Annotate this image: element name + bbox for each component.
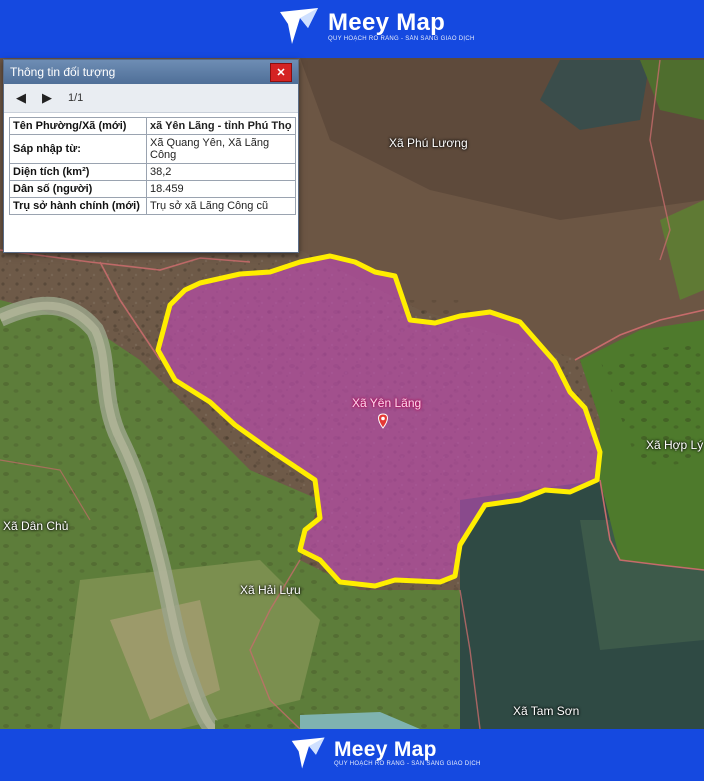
row-key: Sáp nhập từ:: [9, 134, 147, 164]
brand-name: Meey Map: [328, 8, 446, 36]
table-row: Trụ sở hành chính (mới) Trụ sở xã Lãng C…: [9, 197, 296, 215]
pager: ◀ ▶ 1/1: [4, 84, 298, 113]
row-key: Dân số (người): [9, 180, 147, 198]
map-label-phu-luong[interactable]: Xã Phú Lương: [389, 136, 468, 150]
close-button[interactable]: ✕: [270, 63, 292, 82]
panel-header: Thông tin đối tượng ✕: [4, 60, 298, 84]
map-label-hop-ly[interactable]: Xã Hợp Lý: [646, 438, 703, 452]
row-value: xã Yên Lãng - tỉnh Phú Thọ: [146, 117, 296, 135]
row-key: Diện tích (km²): [9, 163, 147, 181]
row-value: 18.459: [146, 180, 296, 198]
map-label-hai-luu[interactable]: Xã Hải Lựu: [240, 583, 301, 597]
page-counter: 1/1: [68, 92, 84, 104]
table-row: Dân số (người) 18.459: [9, 180, 296, 198]
brand-tagline: QUY HOẠCH RÕ RÀNG - SẴN SÀNG GIAO DỊCH: [328, 35, 475, 42]
footer-bar: Meey Map QUY HOẠCH RÕ RÀNG - SẴN SÀNG GI…: [0, 729, 704, 781]
table-row: Tên Phường/Xã (mới) xã Yên Lãng - tỉnh P…: [9, 117, 296, 135]
table-row: Sáp nhập từ: Xã Quang Yên, Xã Lãng Công: [9, 134, 296, 164]
row-value: Trụ sở xã Lãng Công cũ: [146, 197, 296, 215]
meey-logo-icon: [291, 737, 325, 769]
panel-title: Thông tin đối tượng: [10, 65, 116, 79]
next-arrow-icon[interactable]: ▶: [38, 89, 56, 107]
brand-tagline: QUY HOẠCH RÕ RÀNG - SẴN SÀNG GIAO DỊCH: [334, 761, 481, 767]
table-row: Diện tích (km²) 38,2: [9, 163, 296, 181]
map-label-selected[interactable]: Xã Yên Lãng: [352, 396, 421, 410]
map-label-dan-chu[interactable]: Xã Dân Chủ: [3, 519, 68, 533]
brand-name: Meey Map: [334, 738, 437, 761]
row-value: 38,2: [146, 163, 296, 181]
row-key: Tên Phường/Xã (mới): [9, 117, 147, 135]
footer-brand-logo[interactable]: Meey Map QUY HOẠCH RÕ RÀNG - SẴN SÀNG GI…: [290, 735, 481, 771]
feature-info-panel: Thông tin đối tượng ✕ ◀ ▶ 1/1 Tên Phường…: [3, 59, 299, 253]
prev-arrow-icon[interactable]: ◀: [12, 89, 30, 107]
info-table: Tên Phường/Xã (mới) xã Yên Lãng - tỉnh P…: [9, 117, 296, 215]
map-label-tam-son[interactable]: Xã Tam Sơn: [513, 704, 579, 718]
brand-logo[interactable]: Meey Map QUY HOẠCH RÕ RÀNG - SẴN SÀNG GI…: [278, 6, 475, 46]
row-value: Xã Quang Yên, Xã Lãng Công: [146, 134, 296, 164]
meey-logo-icon: [280, 8, 318, 44]
header-bar: Meey Map QUY HOẠCH RÕ RÀNG - SẴN SÀNG GI…: [0, 0, 704, 58]
row-key: Trụ sở hành chính (mới): [9, 197, 147, 215]
